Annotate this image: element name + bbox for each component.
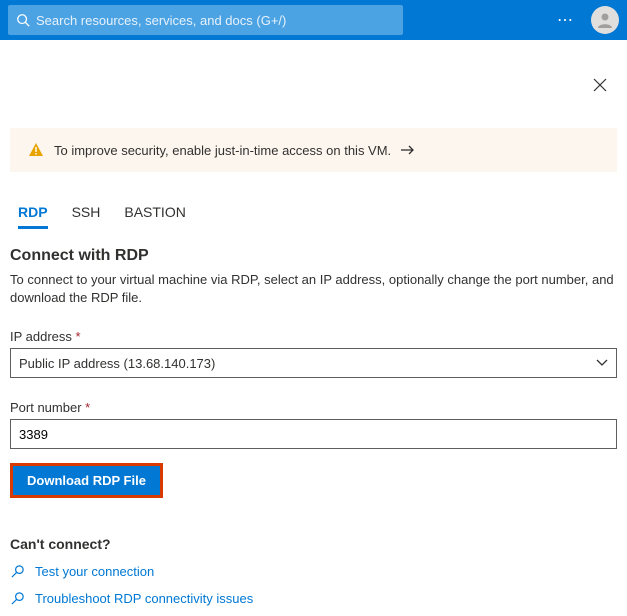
port-input[interactable] [10, 419, 617, 449]
person-icon [595, 10, 615, 30]
ip-select-value: Public IP address (13.68.140.173) [19, 356, 215, 371]
page-title: Connect with RDP [10, 247, 617, 265]
more-icon[interactable]: ⋯ [557, 10, 575, 30]
tab-rdp[interactable]: RDP [18, 204, 48, 229]
avatar[interactable] [591, 6, 619, 34]
test-connection-text: Test your connection [35, 564, 154, 579]
troubleshoot-text: Troubleshoot RDP connectivity issues [35, 591, 253, 606]
ip-select[interactable]: Public IP address (13.68.140.173) [10, 348, 617, 378]
top-bar: ⋯ [0, 0, 627, 40]
search-icon [16, 13, 30, 27]
ip-label: IP address * [10, 329, 617, 344]
content-panel: To improve security, enable just-in-time… [0, 40, 627, 616]
diagnostic-icon [10, 564, 25, 579]
test-connection-link[interactable]: Test your connection [10, 564, 617, 579]
chevron-down-icon [596, 359, 608, 367]
page-description: To connect to your virtual machine via R… [10, 271, 617, 307]
tab-ssh[interactable]: SSH [72, 204, 101, 229]
connection-tabs: RDP SSH BASTION [10, 204, 617, 229]
arrow-right-icon [401, 145, 415, 155]
banner-text: To improve security, enable just-in-time… [54, 143, 391, 158]
download-rdp-button[interactable]: Download RDP File [13, 466, 160, 495]
port-label: Port number * [10, 400, 617, 415]
cant-connect-heading: Can't connect? [10, 536, 617, 552]
diagnostic-icon [10, 591, 25, 606]
warning-icon [28, 142, 44, 158]
search-input[interactable] [36, 13, 395, 28]
tab-bastion[interactable]: BASTION [124, 204, 185, 229]
troubleshoot-link[interactable]: Troubleshoot RDP connectivity issues [10, 591, 617, 606]
search-container[interactable] [8, 5, 403, 35]
close-icon [593, 78, 607, 92]
download-highlight: Download RDP File [10, 463, 163, 498]
security-banner[interactable]: To improve security, enable just-in-time… [10, 128, 617, 172]
close-button[interactable] [593, 78, 607, 95]
